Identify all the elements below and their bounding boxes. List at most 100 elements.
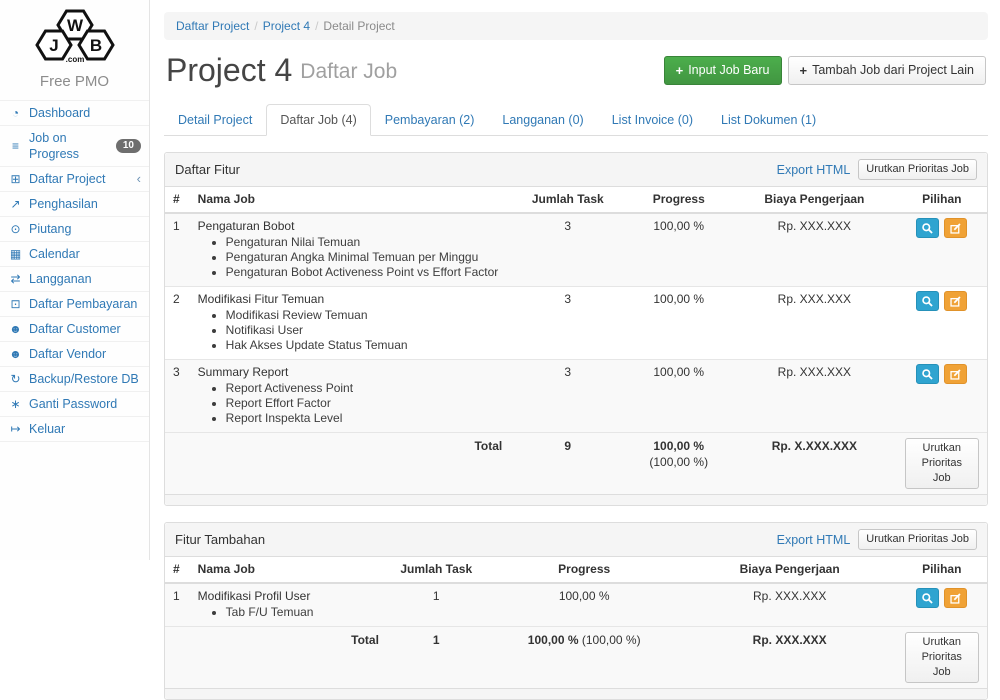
table-row: 1 Pengaturan Bobot Pengaturan Nilai Temu… bbox=[165, 213, 987, 287]
export-html-link[interactable]: Export HTML bbox=[777, 533, 851, 547]
job-name: Modifikasi Profil User bbox=[198, 588, 379, 604]
panel-title: Daftar Fitur bbox=[175, 162, 777, 177]
input-job-baru-button[interactable]: + Input Job Baru bbox=[664, 56, 782, 85]
subtask-item: Tab F/U Temuan bbox=[226, 605, 379, 620]
sidebar-item-label: Keluar bbox=[29, 421, 65, 437]
sidebar-item-penghasilan[interactable]: ↗ Penghasilan bbox=[0, 191, 149, 216]
view-job-button[interactable] bbox=[916, 364, 939, 384]
sidebar-item-label: Daftar Customer bbox=[29, 321, 121, 337]
ganti-password-icon: ∗ bbox=[8, 396, 23, 412]
sidebar-item-piutang[interactable]: ⊙ Piutang bbox=[0, 216, 149, 241]
progress-value: 100,00 % bbox=[486, 583, 683, 627]
edit-job-button[interactable] bbox=[944, 218, 967, 238]
sidebar-item-label: Backup/Restore DB bbox=[29, 371, 139, 387]
breadcrumb-project-4[interactable]: Project 4 bbox=[263, 19, 310, 33]
panel-footer bbox=[165, 688, 987, 699]
plus-icon: + bbox=[800, 63, 808, 78]
col-header-nama-job: Nama Job bbox=[190, 557, 387, 583]
sidebar-item-calendar[interactable]: ▦ Calendar bbox=[0, 241, 149, 266]
sidebar-item-dashboard[interactable]: ◔ Dashboard bbox=[0, 100, 149, 125]
total-label: Total bbox=[190, 433, 511, 495]
tab-list-dokumen[interactable]: List Dokumen (1) bbox=[707, 104, 830, 136]
sidebar-item-ganti-password[interactable]: ∗ Ganti Password bbox=[0, 391, 149, 416]
subtask-item: Pengaturan Bobot Activeness Point vs Eff… bbox=[226, 265, 503, 280]
job-name: Pengaturan Bobot bbox=[198, 218, 503, 234]
project-tabs: Detail Project Daftar Job (4) Pembayaran… bbox=[164, 104, 988, 136]
progress-value: 100,00 % bbox=[625, 360, 732, 433]
sidebar-item-job-on-progress[interactable]: ≡ Job on Progress 10 bbox=[0, 125, 149, 166]
tab-detail-project[interactable]: Detail Project bbox=[164, 104, 266, 136]
sidebar-item-daftar-customer[interactable]: ☻ Daftar Customer bbox=[0, 316, 149, 341]
page-title: Project 4 bbox=[166, 52, 292, 88]
sidebar-item-label: Daftar Project bbox=[29, 171, 105, 187]
panel-heading: Daftar Fitur Export HTML Urutkan Priorit… bbox=[165, 153, 987, 187]
chevron-left-icon: ‹ bbox=[137, 171, 141, 187]
job-on-progress-icon: ≡ bbox=[8, 138, 23, 154]
tambah-job-dari-project-lain-button[interactable]: + Tambah Job dari Project Lain bbox=[788, 56, 987, 85]
row-actions bbox=[897, 287, 987, 360]
pencil-square-icon bbox=[949, 295, 962, 308]
export-html-link[interactable]: Export HTML bbox=[777, 163, 851, 177]
urutkan-prioritas-job-button[interactable]: Urutkan Prioritas Job bbox=[858, 159, 977, 180]
dashboard-icon: ◔ bbox=[8, 105, 23, 121]
pencil-square-icon bbox=[949, 368, 962, 381]
urutkan-prioritas-job-button[interactable]: Urutkan Prioritas Job bbox=[905, 632, 979, 683]
breadcrumb-daftar-project[interactable]: Daftar Project bbox=[176, 19, 249, 33]
table-row: 1 Modifikasi Profil User Tab F/U Temuan … bbox=[165, 583, 987, 627]
urutkan-prioritas-job-button[interactable]: Urutkan Prioritas Job bbox=[905, 438, 979, 489]
tab-daftar-job[interactable]: Daftar Job (4) bbox=[266, 104, 370, 136]
edit-job-button[interactable] bbox=[944, 588, 967, 608]
sidebar: W J B .com Free PMO ◔ Dashboard ≡ Job on… bbox=[0, 0, 150, 560]
col-header-jumlah-task: Jumlah Task bbox=[387, 557, 486, 583]
sidebar-item-daftar-project[interactable]: ⊞ Daftar Project ‹ bbox=[0, 166, 149, 191]
brand-name: Free PMO bbox=[0, 73, 149, 90]
search-icon bbox=[921, 592, 934, 605]
view-job-button[interactable] bbox=[916, 218, 939, 238]
view-job-button[interactable] bbox=[916, 588, 939, 608]
row-number: 1 bbox=[165, 583, 190, 627]
sidebar-item-label: Job on Progress bbox=[29, 130, 110, 162]
sidebar-item-daftar-pembayaran[interactable]: ⊡ Daftar Pembayaran bbox=[0, 291, 149, 316]
subtask-item: Notifikasi User bbox=[226, 323, 503, 338]
pencil-square-icon bbox=[949, 592, 962, 605]
svg-text:.com: .com bbox=[65, 55, 84, 64]
row-actions bbox=[897, 213, 987, 287]
sidebar-item-label: Ganti Password bbox=[29, 396, 117, 412]
table-header-row: # Nama Job Jumlah Task Progress Biaya Pe… bbox=[165, 187, 987, 213]
sidebar-item-label: Dashboard bbox=[29, 105, 90, 121]
panel-daftar-fitur: Daftar Fitur Export HTML Urutkan Priorit… bbox=[164, 152, 988, 506]
col-header-biaya-pengerjaan: Biaya Pengerjaan bbox=[732, 187, 896, 213]
sidebar-item-keluar[interactable]: ↦ Keluar bbox=[0, 416, 149, 442]
sidebar-item-langganan[interactable]: ⇄ Langganan bbox=[0, 266, 149, 291]
panel-footer bbox=[165, 494, 987, 505]
row-actions bbox=[897, 360, 987, 433]
urutkan-prioritas-job-button[interactable]: Urutkan Prioritas Job bbox=[858, 529, 977, 550]
tab-list-invoice[interactable]: List Invoice (0) bbox=[598, 104, 707, 136]
sidebar-item-label: Daftar Pembayaran bbox=[29, 296, 137, 312]
total-label: Total bbox=[190, 627, 387, 689]
page-header: Project 4 Daftar Job + Input Job Baru + … bbox=[166, 52, 986, 88]
sidebar-item-daftar-vendor[interactable]: ☻ Daftar Vendor bbox=[0, 341, 149, 366]
sidebar-item-backup-restore-db[interactable]: ↻ Backup/Restore DB bbox=[0, 366, 149, 391]
tab-langganan[interactable]: Langganan (0) bbox=[488, 104, 597, 136]
search-icon bbox=[921, 222, 934, 235]
panel-fitur-tambahan: Fitur Tambahan Export HTML Urutkan Prior… bbox=[164, 522, 988, 700]
col-header-progress: Progress bbox=[625, 187, 732, 213]
edit-job-button[interactable] bbox=[944, 364, 967, 384]
view-job-button[interactable] bbox=[916, 291, 939, 311]
total-row: Total 9 100,00 % (100,00 %) Rp. X.XXX.XX… bbox=[165, 433, 987, 495]
total-cost: Rp. XXX.XXX bbox=[683, 627, 897, 689]
tab-pembayaran[interactable]: Pembayaran (2) bbox=[371, 104, 489, 136]
svg-text:J: J bbox=[49, 36, 58, 55]
subtask-list: Modifikasi Review Temuan Notifikasi User… bbox=[210, 308, 503, 353]
daftar-vendor-icon: ☻ bbox=[8, 346, 23, 362]
subtask-item: Hak Akses Update Status Temuan bbox=[226, 338, 503, 353]
total-progress: 100,00 % (100,00 %) bbox=[486, 627, 683, 689]
calendar-icon: ▦ bbox=[8, 246, 23, 262]
subtask-item: Pengaturan Angka Minimal Temuan per Ming… bbox=[226, 250, 503, 265]
edit-job-button[interactable] bbox=[944, 291, 967, 311]
fitur-tambahan-table: # Nama Job Jumlah Task Progress Biaya Pe… bbox=[165, 557, 987, 688]
backup-restore-icon: ↻ bbox=[8, 371, 23, 387]
col-header-pilihan: Pilihan bbox=[897, 557, 987, 583]
job-name-cell: Summary Report Report Activeness Point R… bbox=[190, 360, 511, 433]
